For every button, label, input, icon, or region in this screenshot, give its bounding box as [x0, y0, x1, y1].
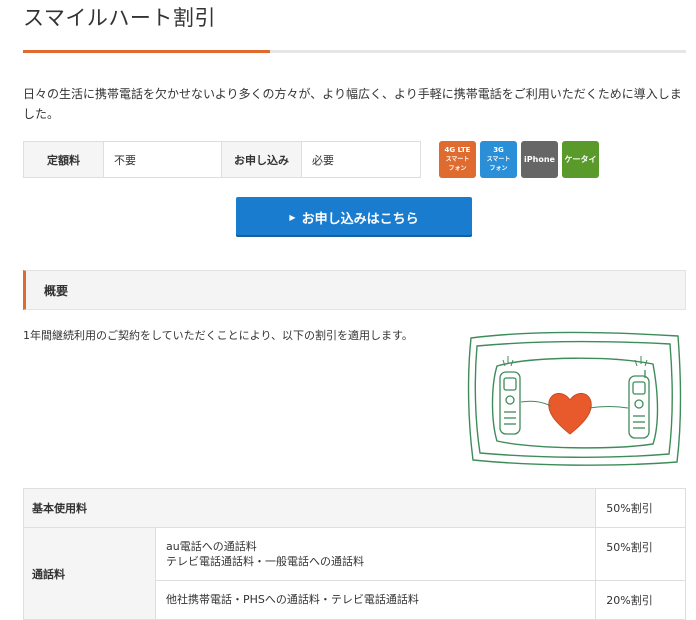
phones-heart-illustration	[467, 331, 682, 466]
call-fee-label: 通話料	[23, 527, 156, 620]
apply-button-label: お申し込みはこちら	[301, 211, 419, 227]
feature-phone-badge-icon: ケータイ	[562, 141, 599, 178]
title-divider	[23, 50, 686, 53]
fixed-fee-label: 定額料	[24, 142, 103, 177]
overview-text: 1年間継続利用のご契約をしていただくことにより、以下の割引を適用します。	[23, 329, 413, 342]
title-divider-accent	[23, 50, 270, 53]
apply-button[interactable]: ▶ お申し込みはこちら	[236, 197, 472, 237]
call-fee-item-au-rate: 50%割引	[595, 527, 686, 581]
device-badges: 4G LTE スマート フォン 3G スマート フォン iPhone ケータイ	[439, 141, 599, 178]
right-phone-icon	[628, 356, 650, 439]
overview-heading: 概要	[23, 270, 686, 310]
page-title: スマイルハート割引	[23, 6, 216, 30]
basic-fee-label: 基本使用料	[22, 488, 597, 528]
heart-icon	[548, 393, 592, 435]
call-fee-item-other: 他社携帯電話・PHSへの通話料・テレビ電話通話料	[154, 580, 597, 620]
fee-summary-table: 定額料 不要 お申し込み 必要	[23, 141, 421, 178]
application-label: お申し込み	[222, 142, 301, 177]
fixed-fee-value: 不要	[103, 142, 222, 177]
iphone-badge-icon: iPhone	[521, 141, 558, 178]
intro-text: 日々の生活に携帯電話を欠かせないより多くの方々が、より幅広く、より手軽に携帯電話…	[23, 87, 682, 121]
call-fee-item-au: au電話への通話料 テレビ電話通話料・一般電話への通話料	[154, 527, 597, 581]
left-phone-icon	[499, 356, 521, 435]
play-arrow-icon: ▶	[289, 212, 296, 222]
basic-fee-rate: 50%割引	[595, 488, 686, 528]
application-value: 必要	[301, 142, 420, 177]
table-row: 基本使用料 50%割引	[22, 488, 686, 528]
discount-table: 基本使用料 50%割引 通話料 au電話への通話料 テレビ電話通話料・一般電話へ…	[22, 488, 686, 620]
4g-lte-smartphone-badge-icon: 4G LTE スマート フォン	[439, 141, 476, 178]
3g-smartphone-badge-icon: 3G スマート フォン	[480, 141, 517, 178]
table-row: 通話料 au電話への通話料 テレビ電話通話料・一般電話への通話料 50%割引	[23, 527, 686, 620]
call-fee-item-other-rate: 20%割引	[595, 580, 686, 620]
